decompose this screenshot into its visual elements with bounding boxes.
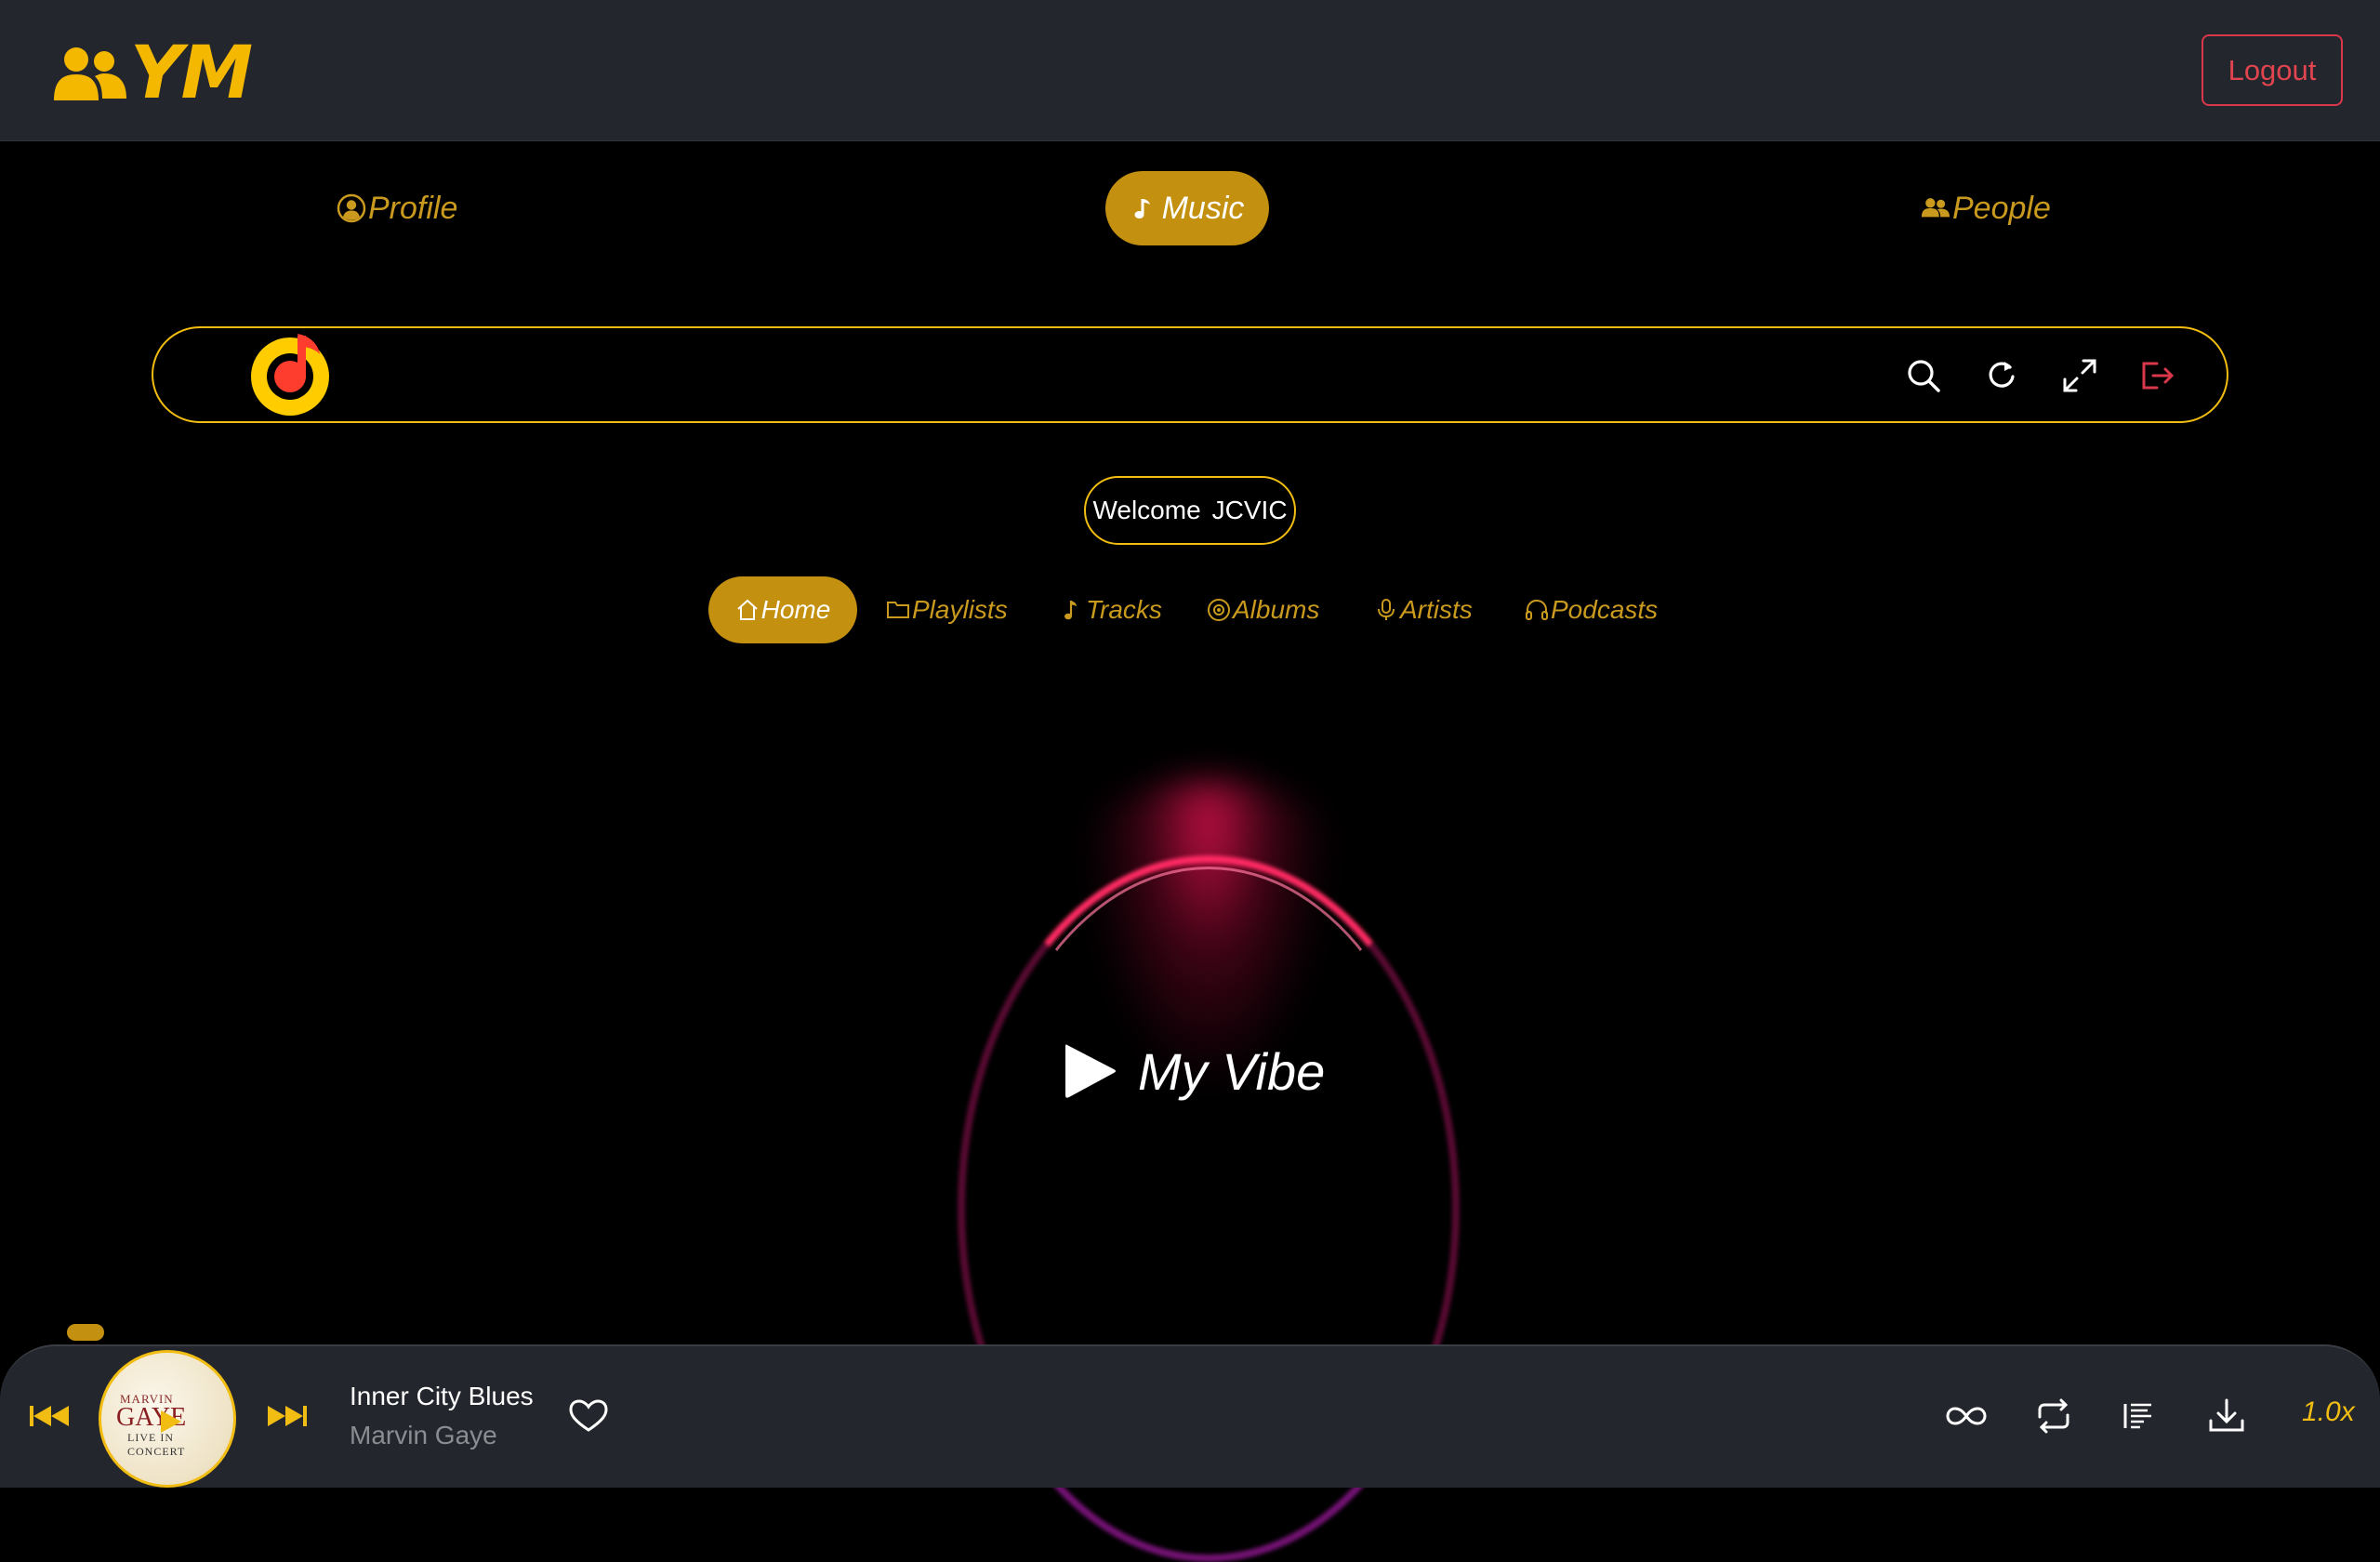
disc-icon bbox=[1208, 599, 1230, 621]
download-icon[interactable] bbox=[2203, 1393, 2250, 1439]
tab-music[interactable]: Music bbox=[1105, 171, 1269, 245]
my-vibe-play-button[interactable]: My Vibe bbox=[1062, 1034, 1325, 1108]
subnav-home[interactable]: Home bbox=[708, 576, 857, 643]
player-bar: MARVIN GAYE LIVE IN CONCERT bbox=[0, 1344, 2380, 1488]
exit-icon[interactable] bbox=[2138, 356, 2177, 395]
subnav-home-label: Home bbox=[760, 595, 831, 624]
subnav-playlists-label: Playlists bbox=[912, 595, 1008, 624]
logo-text: YM bbox=[130, 32, 253, 115]
tab-people[interactable]: People bbox=[1921, 171, 2051, 245]
queue-list-icon[interactable] bbox=[2116, 1393, 2162, 1439]
play-icon bbox=[1065, 1044, 1116, 1098]
folder-icon bbox=[887, 602, 909, 618]
user-circle-icon bbox=[337, 193, 366, 223]
top-header: YM Logout bbox=[0, 0, 2380, 141]
welcome-badge: Welcome JCVIC bbox=[1084, 476, 1296, 545]
repeat-icon[interactable] bbox=[2030, 1393, 2077, 1439]
my-vibe-label: My Vibe bbox=[1138, 1041, 1326, 1101]
subnav-tracks[interactable]: Tracks bbox=[1060, 576, 1162, 643]
player-drag-handle[interactable] bbox=[67, 1324, 104, 1341]
refresh-icon[interactable] bbox=[1982, 356, 2021, 395]
subnav-podcasts-label: Podcasts bbox=[1551, 595, 1659, 624]
tab-profile-label: Profile bbox=[368, 190, 458, 226]
subnav-albums[interactable]: Albums bbox=[1207, 576, 1319, 643]
play-icon[interactable] bbox=[159, 1409, 183, 1435]
playback-speed[interactable]: 1.0x bbox=[2302, 1397, 2355, 1428]
people-icon bbox=[1921, 198, 1950, 218]
track-artist[interactable]: Marvin Gaye bbox=[350, 1421, 497, 1450]
subnav-artists[interactable]: Artists bbox=[1374, 576, 1473, 643]
subnav-albums-label: Albums bbox=[1233, 595, 1320, 624]
tab-people-label: People bbox=[1952, 190, 2051, 226]
track-title[interactable]: Inner City Blues bbox=[350, 1382, 534, 1411]
subnav-playlists[interactable]: Playlists bbox=[886, 576, 1008, 643]
tab-music-label: Music bbox=[1161, 190, 1245, 226]
app-logo[interactable]: YM bbox=[52, 32, 253, 115]
subnav-artists-label: Artists bbox=[1400, 595, 1473, 624]
music-note-icon bbox=[1064, 601, 1077, 620]
next-track-icon[interactable] bbox=[264, 1393, 311, 1439]
previous-track-icon[interactable] bbox=[26, 1393, 73, 1439]
cover-line-3: LIVE IN CONCERT bbox=[127, 1431, 186, 1458]
yandex-music-logo[interactable] bbox=[244, 326, 340, 423]
subnav-tracks-label: Tracks bbox=[1086, 595, 1162, 624]
people-icon bbox=[54, 47, 126, 100]
welcome-username: JCVIC bbox=[1211, 496, 1288, 524]
search-icon[interactable] bbox=[1904, 356, 1943, 395]
home-icon bbox=[736, 599, 758, 620]
infinite-icon[interactable] bbox=[1943, 1393, 1990, 1439]
search-bar[interactable] bbox=[152, 326, 2228, 423]
music-note-icon bbox=[1134, 199, 1150, 218]
microphone-icon bbox=[1378, 599, 1395, 620]
subnav-podcasts[interactable]: Podcasts bbox=[1525, 576, 1658, 643]
fullscreen-icon[interactable] bbox=[2060, 356, 2099, 395]
tab-profile[interactable]: Profile bbox=[337, 171, 457, 245]
album-cover[interactable]: MARVIN GAYE LIVE IN CONCERT bbox=[99, 1350, 236, 1488]
heart-icon[interactable] bbox=[565, 1393, 612, 1439]
logout-button[interactable]: Logout bbox=[2202, 34, 2343, 106]
headphones-icon bbox=[1526, 599, 1548, 620]
welcome-greeting: Welcome bbox=[1092, 496, 1201, 524]
